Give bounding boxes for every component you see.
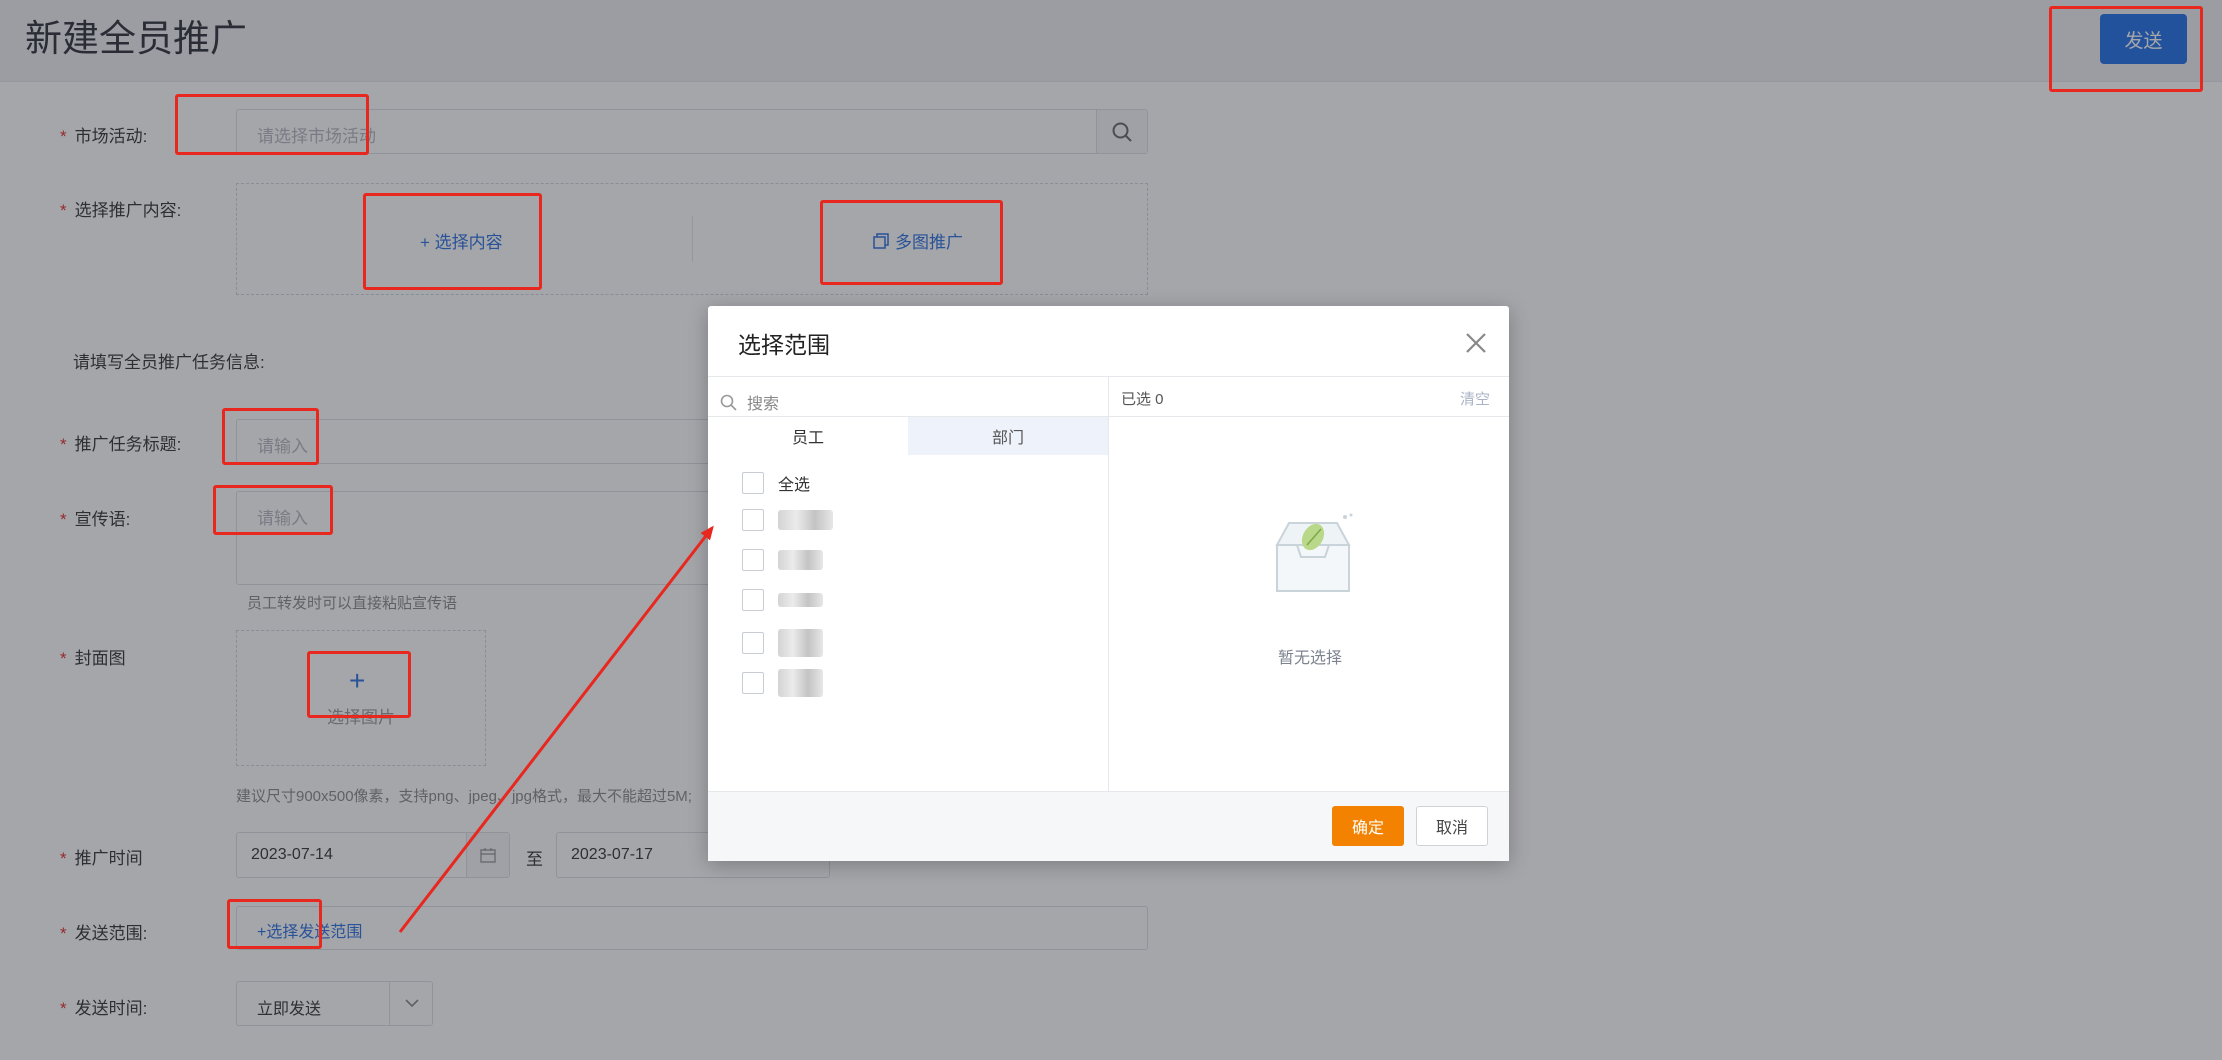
annotation-arrow xyxy=(398,525,714,933)
